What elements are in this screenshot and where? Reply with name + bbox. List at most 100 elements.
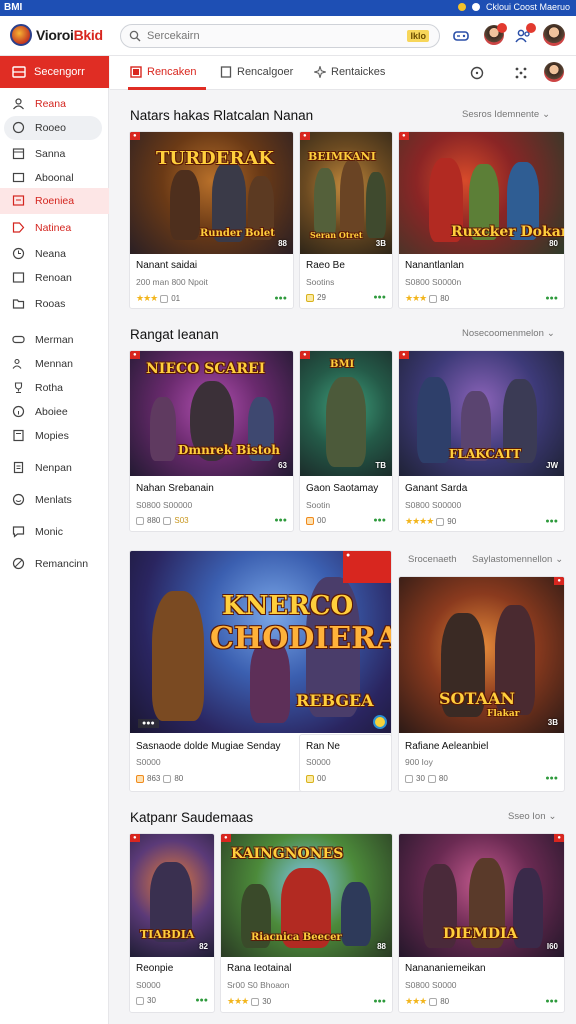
game-card[interactable]: ● NIECO SCAREI Dmnrek Bistoh 63 Nahan Sr… (129, 350, 294, 532)
sidebar-item-rotha[interactable]: Rotha (0, 376, 109, 400)
corner-badge: ● (399, 132, 409, 140)
art-subtitle: Runder Bolet (200, 228, 275, 239)
tabs-avatar[interactable] (544, 62, 564, 82)
sidebar-item-menlats[interactable]: Menlats (0, 488, 109, 512)
rating-stars: ★★★ (136, 293, 158, 303)
sidebar-item-active[interactable]: Secengorr (0, 56, 109, 88)
controller-icon[interactable] (452, 27, 470, 45)
online-indicator: ●●● (274, 517, 287, 524)
sidebar-item-rooas[interactable]: Rooas (0, 292, 109, 316)
game-card[interactable]: ● DIEMDIA I60 Nanananiemeikan S0800 S000… (398, 833, 565, 1013)
sidebar-item-mennan[interactable]: Mennan (0, 352, 109, 376)
art-number: 88 (278, 239, 287, 248)
game-stats: 00 ●●● (306, 516, 386, 525)
chevron-down-icon: ⌄ (546, 328, 555, 339)
art-title: TIABDIA (140, 928, 195, 941)
sidebar-item-monic[interactable]: Monic (0, 520, 109, 544)
game-card[interactable]: ● KAINGNONES Riacnica Beecer 88 Rana Ieo… (220, 833, 393, 1013)
sparkle-icon (314, 66, 326, 78)
sidebar-item-aboiee[interactable]: Aboiee (0, 400, 109, 424)
game-card[interactable]: ● BEIMKANI Seran Otret 3B Raeo Be Sootin… (299, 131, 393, 309)
search-bar[interactable]: Sercekairn Iklo (120, 24, 440, 48)
status-bar-left: BMI (4, 2, 23, 13)
art-title: BEIMKANI (308, 150, 376, 163)
chevron-down-icon: ⌄ (542, 109, 551, 120)
game-card[interactable]: ● TIABDIA 82 Reonpie S0000 30 ●●● (129, 833, 215, 1013)
sidebar-item-mopies[interactable]: Mopies (0, 424, 109, 448)
sidebar-item-remancinn[interactable]: Remancinn (0, 552, 109, 576)
sidebar-item-nenpan[interactable]: Nenpan (0, 456, 109, 480)
app-logo[interactable]: VioroiBkid (10, 24, 103, 46)
folder-icon (12, 299, 25, 309)
art-title: FLAKCATT (449, 447, 522, 461)
game-meta: S0800 S00000 (136, 500, 193, 510)
sidebar-item-renoan[interactable]: Renoan (0, 266, 109, 290)
game-stats: ★★★ 30 ●●● (227, 996, 386, 1006)
art-title: BMI (330, 359, 355, 370)
sidebar-item-natinea[interactable]: Natinea (0, 216, 109, 240)
user-avatar[interactable] (543, 24, 565, 46)
sidebar-item-rooeo[interactable]: Rooeo (4, 116, 102, 140)
game-card[interactable]: ● BMI TB Gaon Saotamay Sootin 00 ●●● (299, 350, 393, 532)
online-indicator: ●●● (373, 294, 386, 301)
art-number: 63 (278, 461, 287, 470)
sidebar-item-merman[interactable]: Merman (0, 328, 109, 352)
square-icon (427, 774, 436, 783)
online-indicator: ●●● (373, 998, 386, 1005)
game-art: ● BEIMKANI Seran Otret 3B (300, 132, 392, 254)
logo-text: VioroiBkid (36, 27, 103, 43)
compass-icon (12, 121, 25, 134)
game-title: Ganant Sarda (405, 483, 468, 494)
game-meta: Sootin (306, 500, 331, 510)
game-title: Sasnaode dolde Mugiae Senday (136, 741, 281, 752)
section-2-more[interactable]: Nosecoomenmelon ⌄ (462, 328, 555, 339)
apps-icon[interactable] (514, 66, 528, 80)
section-3-filter-b[interactable]: Saylastomennellon ⌄ (472, 554, 563, 565)
book-icon (13, 429, 24, 442)
status-icon-white (471, 3, 480, 11)
clock-circle-icon[interactable] (470, 66, 484, 80)
art-title: KNERCO (222, 591, 354, 621)
chat-icon (12, 526, 25, 538)
online-indicator: ●●● (545, 295, 558, 302)
game-title: Nanantlanlan (405, 260, 464, 271)
sidebar-item-sanna[interactable]: Sanna (0, 142, 109, 166)
tag-icon (12, 222, 25, 233)
game-card[interactable]: ● Ruxcker Dokar 80 Nanantlanlan S0800 S0… (398, 131, 565, 309)
sidebar-item-roeniea[interactable]: Roeniea (0, 188, 109, 214)
section-4-more[interactable]: Sseo Ion ⌄ (508, 811, 556, 822)
game-meta: S0800 S0000 (405, 980, 457, 990)
calendar-icon (12, 148, 25, 160)
sidebar-item-aboonal[interactable]: Aboonal (0, 166, 109, 190)
square-icon (429, 997, 438, 1006)
game-card[interactable]: Ran Ne S0000 00 (299, 734, 392, 792)
game-stats: 30 80 ●●● (405, 774, 558, 783)
game-meta: Sootins (306, 277, 335, 287)
corner-badge: ● (221, 834, 231, 842)
tab-rentaickes[interactable]: Rentaickes (314, 66, 385, 78)
game-card[interactable]: ● TURDERAK Runder Bolet 88 Nanant saidai… (129, 131, 294, 309)
game-stats: ★★★ 80 ●●● (405, 996, 558, 1006)
square-icon (251, 997, 260, 1006)
corner-badge: ● (554, 577, 564, 585)
game-card[interactable]: ● FLAKCATT JW Ganant Sarda S0800 S00000 … (398, 350, 565, 532)
people-notification-dot (526, 23, 536, 33)
sidebar-item-neana[interactable]: Neana (0, 242, 109, 266)
game-card[interactable]: ● SOTAAN Flakar 3B Rafiane Aeleanbiel 90… (398, 576, 565, 792)
art-title: Ruxcker Dokar (451, 224, 564, 240)
group-icon (12, 358, 22, 369)
section-3-filter-a[interactable]: Srocenaeth (408, 554, 457, 565)
image-icon (12, 272, 25, 283)
game-stats: ★★★★ 90 ●●● (405, 516, 558, 526)
game-title: Raeo Be (306, 260, 345, 271)
info-icon (12, 405, 25, 418)
game-art: ● TIABDIA 82 (130, 834, 214, 957)
art-subtitle: REBGEA (296, 691, 374, 710)
square-icon (163, 516, 172, 525)
section-1-more[interactable]: Sesros Idemnente ⌄ (462, 109, 550, 120)
sidebar-active-label: Secengorr (34, 66, 85, 78)
sidebar-item-reana[interactable]: Reana (0, 92, 109, 116)
tab-rencalgoer[interactable]: Rencalgoer (220, 66, 293, 78)
tab-rencaken[interactable]: Rencaken (130, 66, 197, 78)
game-stats: ★★★ 01 ●●● (136, 293, 287, 303)
